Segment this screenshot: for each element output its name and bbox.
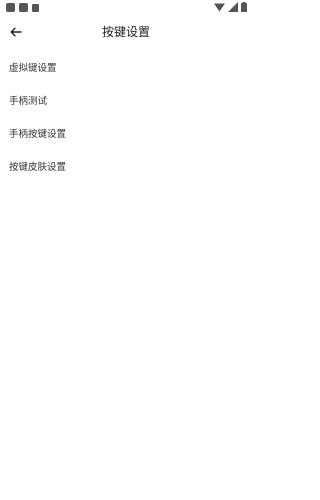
status-bar [0,0,252,14]
cellular-signal-icon [228,2,238,12]
page-title: 按键设置 [101,25,150,39]
menu-item-label: 按键皮肤设置 [9,161,67,173]
status-system-icons [214,2,247,12]
notification-app-icon [6,3,15,12]
menu-item-controller-test[interactable]: 手柄测试 [0,83,252,116]
app-toolbar: 按键设置 [0,16,252,48]
menu-item-controller-buttons[interactable]: 手柄按键设置 [0,116,252,149]
battery-icon [241,2,247,12]
notification-square-icon [19,3,28,12]
menu-item-label: 手柄按键设置 [9,128,67,140]
settings-menu-list: 虚拟键设置 手柄测试 手柄按键设置 按键皮肤设置 [0,50,252,182]
menu-item-button-skin[interactable]: 按键皮肤设置 [0,149,252,182]
wifi-icon [214,3,225,12]
notification-alert-icon [32,3,39,12]
status-notifications [6,3,39,12]
menu-item-label: 手柄测试 [9,95,48,107]
menu-item-label: 虚拟键设置 [9,62,57,74]
menu-item-virtual-keys[interactable]: 虚拟键设置 [0,50,252,83]
